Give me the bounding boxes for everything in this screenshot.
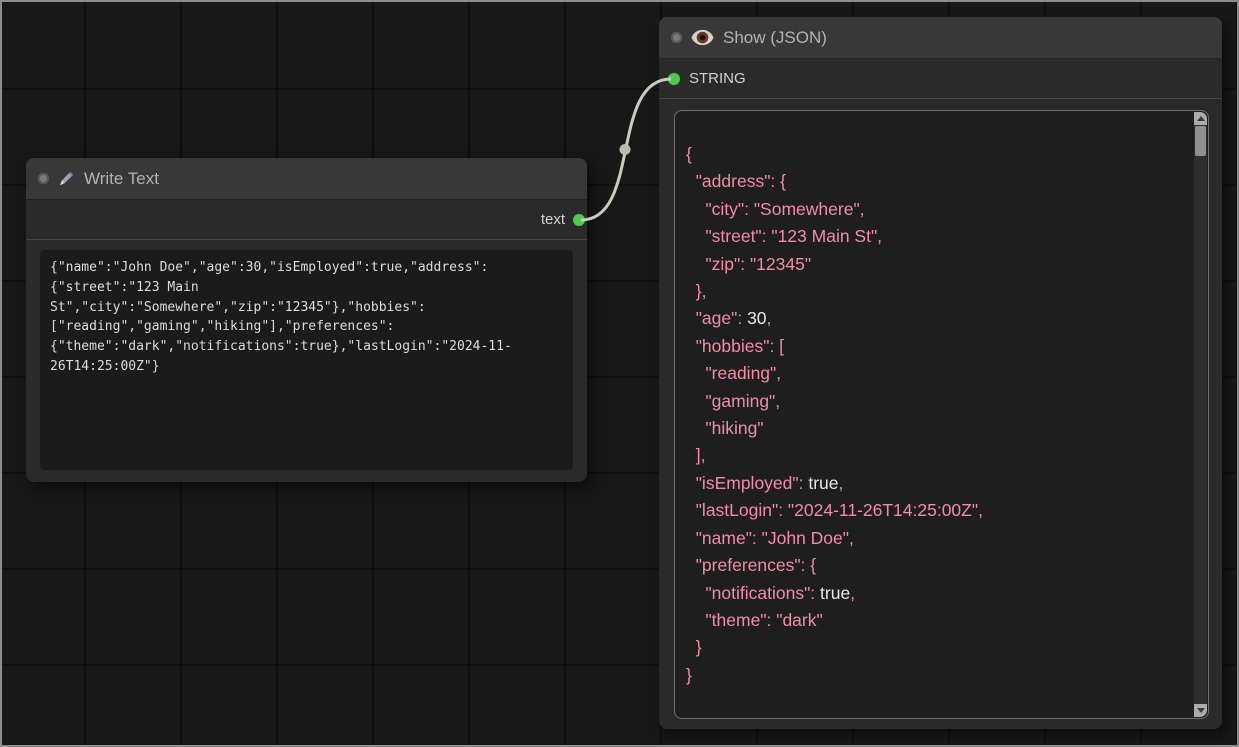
text-output-row: text bbox=[26, 200, 587, 240]
json-display-panel: { "address": { "city": "Somewhere", "str… bbox=[674, 110, 1209, 719]
node-title: Write Text bbox=[84, 169, 159, 189]
node-graph-canvas[interactable]: Write Text text {"name":"John Doe","age"… bbox=[0, 0, 1239, 747]
collapse-toggle[interactable] bbox=[671, 32, 682, 43]
string-input-port[interactable] bbox=[668, 73, 680, 85]
text-output-label: text bbox=[541, 211, 565, 228]
json-display: { "address": { "city": "Somewhere", "str… bbox=[686, 141, 1188, 689]
scroll-thumb[interactable] bbox=[1195, 126, 1206, 156]
node-title: Show (JSON) bbox=[723, 28, 827, 48]
eye-icon bbox=[691, 29, 714, 46]
link-midpoint-dot[interactable] bbox=[620, 144, 631, 155]
collapse-toggle[interactable] bbox=[38, 173, 49, 184]
text-widget[interactable]: {"name":"John Doe","age":30,"isEmployed"… bbox=[40, 250, 573, 470]
link-write-text-to-show-json bbox=[581, 79, 671, 220]
string-input-label: STRING bbox=[689, 70, 746, 87]
scroll-up-arrow[interactable] bbox=[1194, 112, 1207, 125]
string-input-row: STRING bbox=[659, 59, 1222, 99]
pencil-icon bbox=[58, 170, 75, 187]
show-json-node[interactable]: Show (JSON) STRING { "address": { "city"… bbox=[659, 17, 1222, 729]
display-scrollbar[interactable] bbox=[1194, 112, 1207, 717]
write-text-node-titlebar[interactable]: Write Text bbox=[26, 158, 587, 200]
text-output-port[interactable] bbox=[573, 214, 585, 226]
scroll-down-arrow[interactable] bbox=[1194, 704, 1207, 717]
write-text-node[interactable]: Write Text text {"name":"John Doe","age"… bbox=[26, 158, 587, 482]
show-json-node-titlebar[interactable]: Show (JSON) bbox=[659, 17, 1222, 59]
